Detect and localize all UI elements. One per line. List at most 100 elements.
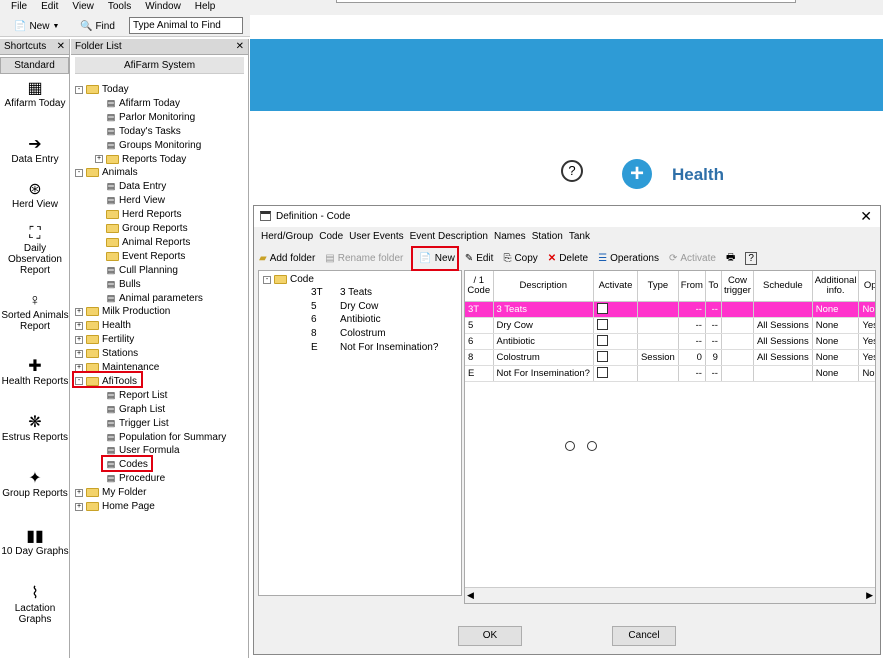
menu-edit[interactable]: Edit xyxy=(34,0,65,15)
shortcut-data-entry[interactable]: ➔ Data Entry xyxy=(0,136,70,165)
standard-button[interactable]: Standard xyxy=(0,57,69,74)
dialog-menu-code[interactable]: Code xyxy=(316,228,346,245)
find-button[interactable]: 🔍 Find xyxy=(80,18,115,34)
health-header[interactable]: + Health xyxy=(614,155,883,197)
tree-node-afifarm-today[interactable]: ▤ Afifarm Today xyxy=(95,97,180,110)
column-header[interactable]: From xyxy=(678,271,706,302)
dialog-menu-user-events[interactable]: User Events xyxy=(346,228,406,245)
scroll-right-icon[interactable]: ▶ xyxy=(866,590,873,601)
tree-node-procedure[interactable]: ▤ Procedure xyxy=(95,472,165,485)
tree-node-bulls[interactable]: ▤ Bulls xyxy=(95,278,141,291)
horizontal-scrollbar[interactable]: ◀ ▶ xyxy=(465,587,875,603)
column-header[interactable]: To xyxy=(705,271,722,302)
code-tree-item[interactable]: 8 Colostrum xyxy=(311,327,386,340)
tree-node-stations[interactable]: + Stations xyxy=(75,347,138,360)
tree-node-population-for-summary[interactable]: ▤ Population for Summary xyxy=(95,431,227,444)
shortcut-health-reports[interactable]: ✚ Health Reports xyxy=(0,358,70,387)
tree-node-my-folder[interactable]: + My Folder xyxy=(75,486,146,499)
expand-icon[interactable]: + xyxy=(75,321,83,330)
shortcut-estrus-reports[interactable]: ❋ Estrus Reports xyxy=(0,414,70,443)
column-header[interactable]: Cow trigger xyxy=(721,271,754,302)
dialog-menu-names[interactable]: Names xyxy=(491,228,529,245)
activate-checkbox-cell[interactable] xyxy=(593,365,638,382)
tree-node-herd-reports[interactable]: Herd Reports xyxy=(95,208,181,221)
expand-icon[interactable]: + xyxy=(75,307,83,316)
tree-node-milk-production[interactable]: + Milk Production xyxy=(75,305,170,318)
expand-icon[interactable]: + xyxy=(75,335,83,344)
new-button[interactable]: 📄 New ▼ xyxy=(14,18,59,34)
activate-checkbox[interactable] xyxy=(596,335,608,347)
close-icon[interactable]: ✕ xyxy=(57,41,65,52)
activate-checkbox-cell[interactable] xyxy=(593,349,638,366)
expand-icon[interactable]: + xyxy=(75,488,83,497)
tree-node-trigger-list[interactable]: ▤ Trigger List xyxy=(95,417,169,430)
tree-node-groups-monitoring[interactable]: ▤ Groups Monitoring xyxy=(95,139,202,152)
tree-node-event-reports[interactable]: Event Reports xyxy=(95,250,185,263)
shortcut-sorted-animals-report[interactable]: ♀ Sorted Animals Report xyxy=(0,292,70,332)
activate-checkbox[interactable] xyxy=(596,319,608,331)
tree-node-reports-today[interactable]: + Reports Today xyxy=(95,153,186,166)
operations-button[interactable]: ☰ Operations xyxy=(593,248,664,268)
activate-checkbox-cell[interactable] xyxy=(593,301,638,318)
column-header[interactable]: Description xyxy=(493,271,594,302)
edit-button[interactable]: ✎ Edit xyxy=(460,248,499,268)
menu-tools[interactable]: Tools xyxy=(101,0,138,15)
activate-checkbox[interactable] xyxy=(596,367,608,379)
delete-button[interactable]: ✕ Delete xyxy=(543,248,593,268)
tree-node-home-page[interactable]: + Home Page xyxy=(75,500,155,513)
animal-find-input[interactable]: Type Animal to Find xyxy=(129,17,243,34)
table-row[interactable]: 3T 3 Teats -- -- None No xyxy=(465,301,875,318)
expand-icon[interactable]: + xyxy=(95,155,103,163)
tree-node-data-entry[interactable]: ▤ Data Entry xyxy=(95,180,167,193)
collapse-icon[interactable]: - xyxy=(263,275,271,284)
activate-checkbox-cell[interactable] xyxy=(593,333,638,350)
ok-button[interactable]: OK xyxy=(458,626,522,646)
menu-view[interactable]: View xyxy=(65,0,101,15)
expand-icon[interactable]: + xyxy=(75,349,83,358)
help-icon[interactable]: ? xyxy=(561,160,583,182)
activate-button[interactable]: ⟳ Activate xyxy=(664,248,721,268)
help-button[interactable]: ? xyxy=(740,248,762,268)
table-row[interactable]: E Not For Insemination? -- -- None No xyxy=(465,365,875,382)
tree-node-animals[interactable]: - Animals xyxy=(75,166,138,179)
column-header[interactable]: Schedule xyxy=(753,271,813,302)
shortcut-group-reports[interactable]: ✦ Group Reports xyxy=(0,470,70,499)
shortcut-afifarm-today[interactable]: ▦ Afifarm Today xyxy=(0,80,70,109)
dialog-menu-herd-group[interactable]: Herd/Group xyxy=(258,228,316,245)
menu-window[interactable]: Window xyxy=(138,0,188,15)
expand-icon[interactable]: + xyxy=(75,502,83,511)
print-button[interactable]: 🖶 xyxy=(721,248,740,268)
shortcut-10-day-graphs[interactable]: ▮▮ 10 Day Graphs xyxy=(0,528,70,557)
code-tree-item[interactable]: E Not For Insemination? xyxy=(311,341,438,354)
column-header[interactable]: Op xyxy=(858,271,875,302)
tree-node-health[interactable]: + Health xyxy=(75,319,131,332)
tree-node-today-s-tasks[interactable]: ▤ Today's Tasks xyxy=(95,125,181,138)
tree-node-graph-list[interactable]: ▤ Graph List xyxy=(95,403,165,416)
activate-checkbox[interactable] xyxy=(596,303,608,315)
scroll-left-icon[interactable]: ◀ xyxy=(467,590,474,601)
tree-node-herd-view[interactable]: ▤ Herd View xyxy=(95,194,165,207)
cancel-button[interactable]: Cancel xyxy=(612,626,676,646)
code-tree-item[interactable]: 6 Antibiotic xyxy=(311,313,381,326)
menu-file[interactable]: File xyxy=(4,0,34,15)
activate-checkbox[interactable] xyxy=(596,351,608,363)
table-row[interactable]: 6Antibiotic ---- All SessionsNoneYes xyxy=(465,333,875,350)
shortcut-daily-observation-report[interactable]: ⛶ Daily Observation Report xyxy=(0,225,70,276)
shortcut-herd-view[interactable]: ⊛ Herd View xyxy=(0,181,70,210)
code-tree-root[interactable]: - Code xyxy=(263,273,314,286)
dialog-menu-event-description[interactable]: Event Description xyxy=(407,228,491,245)
collapse-icon[interactable]: - xyxy=(75,168,83,177)
tree-node-cull-planning[interactable]: ▤ Cull Planning xyxy=(95,264,178,277)
column-header[interactable]: Activate xyxy=(593,271,638,302)
tree-node-parlor-monitoring[interactable]: ▤ Parlor Monitoring xyxy=(95,111,195,124)
column-header[interactable]: Additional info. xyxy=(812,271,860,302)
tree-node-today[interactable]: - Today xyxy=(75,83,129,96)
tree-node-fertility[interactable]: + Fertility xyxy=(75,333,134,346)
table-row[interactable]: 5Dry Cow ---- All SessionsNoneYes xyxy=(465,317,875,334)
activate-checkbox-cell[interactable] xyxy=(593,317,638,334)
rename-folder-button[interactable]: ▤ Rename folder xyxy=(320,248,408,268)
shortcut-lactation-graphs[interactable]: ⌇ Lactation Graphs xyxy=(0,585,70,625)
chevron-down-icon[interactable]: ▼ xyxy=(52,23,59,30)
tree-node-animal-reports[interactable]: Animal Reports xyxy=(95,236,190,249)
menu-help[interactable]: Help xyxy=(188,0,223,15)
